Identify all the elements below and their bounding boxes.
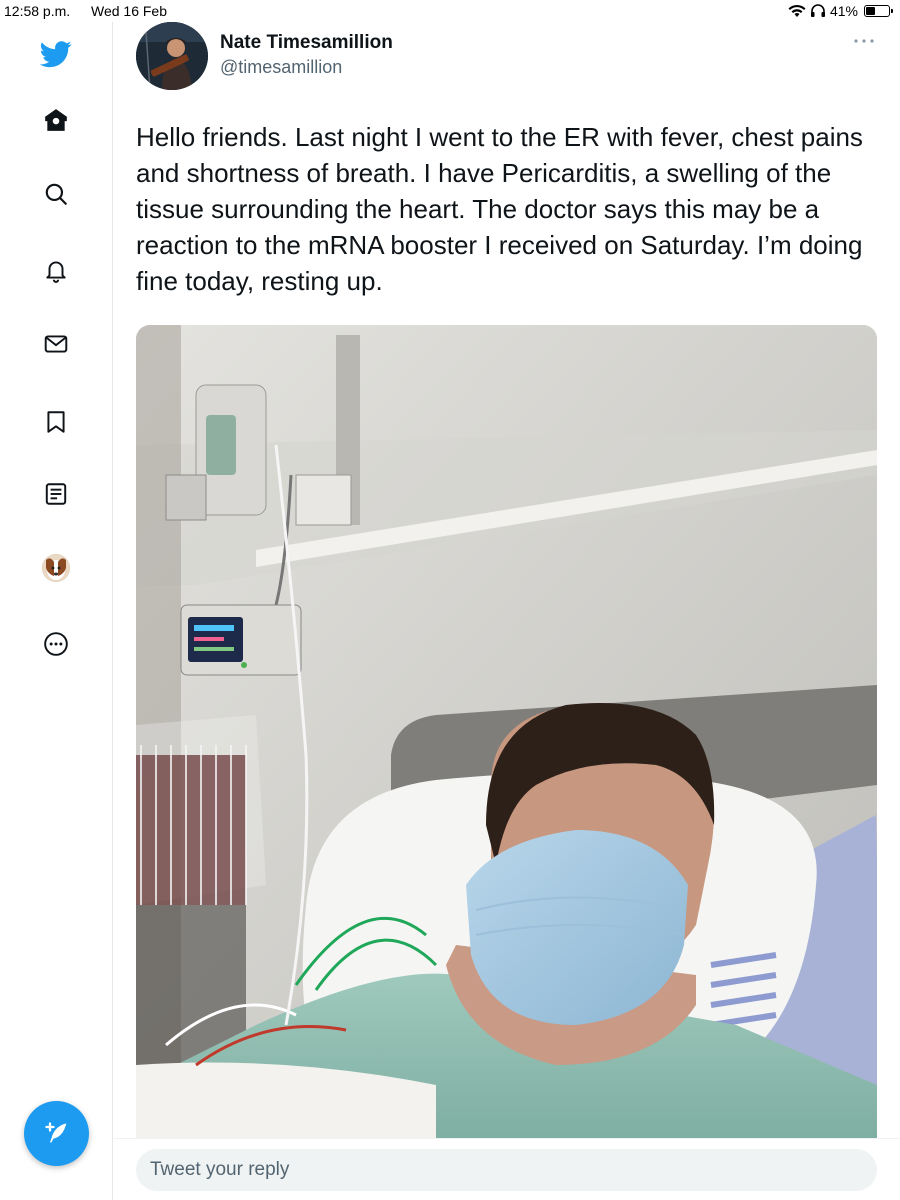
status-date: Wed 16 Feb (91, 3, 168, 19)
author-avatar[interactable] (136, 22, 208, 90)
author-name[interactable]: Nate Timesamillion (220, 32, 393, 54)
messages-envelope-icon[interactable] (40, 328, 72, 360)
tweet-photo[interactable] (136, 325, 877, 1138)
wifi-icon (788, 4, 806, 17)
tweet-text: Hello friends. Last night I went to the … (136, 122, 863, 296)
author-handle[interactable]: @timesamillion (220, 57, 342, 78)
reply-bar (114, 1138, 900, 1200)
twitter-logo-icon[interactable] (40, 38, 72, 70)
more-options-icon[interactable] (40, 628, 72, 660)
notifications-bell-icon[interactable] (40, 254, 72, 286)
compose-tweet-button[interactable] (24, 1101, 89, 1166)
tweet-detail: Nate Timesamillion @timesamillion Hello … (114, 22, 900, 1138)
home-icon[interactable] (40, 104, 72, 136)
search-icon[interactable] (40, 178, 72, 210)
battery-percent: 41% (829, 3, 858, 19)
status-indicators: 41% (788, 3, 893, 19)
status-time: 12:58 p.m. (4, 3, 71, 19)
headphones-icon (810, 4, 825, 17)
battery-icon (864, 5, 893, 17)
status-bar: 12:58 p.m. Wed 16 Feb 41% (0, 0, 900, 22)
tweet-more-options-icon[interactable] (852, 36, 876, 46)
compose-tweet-icon (44, 1121, 66, 1143)
sidebar-nav (0, 22, 113, 1200)
battery-fill (866, 7, 875, 15)
lists-icon[interactable] (40, 478, 72, 510)
profile-avatar[interactable] (42, 554, 70, 582)
bookmark-icon[interactable] (40, 406, 72, 438)
reply-input[interactable] (136, 1149, 877, 1191)
